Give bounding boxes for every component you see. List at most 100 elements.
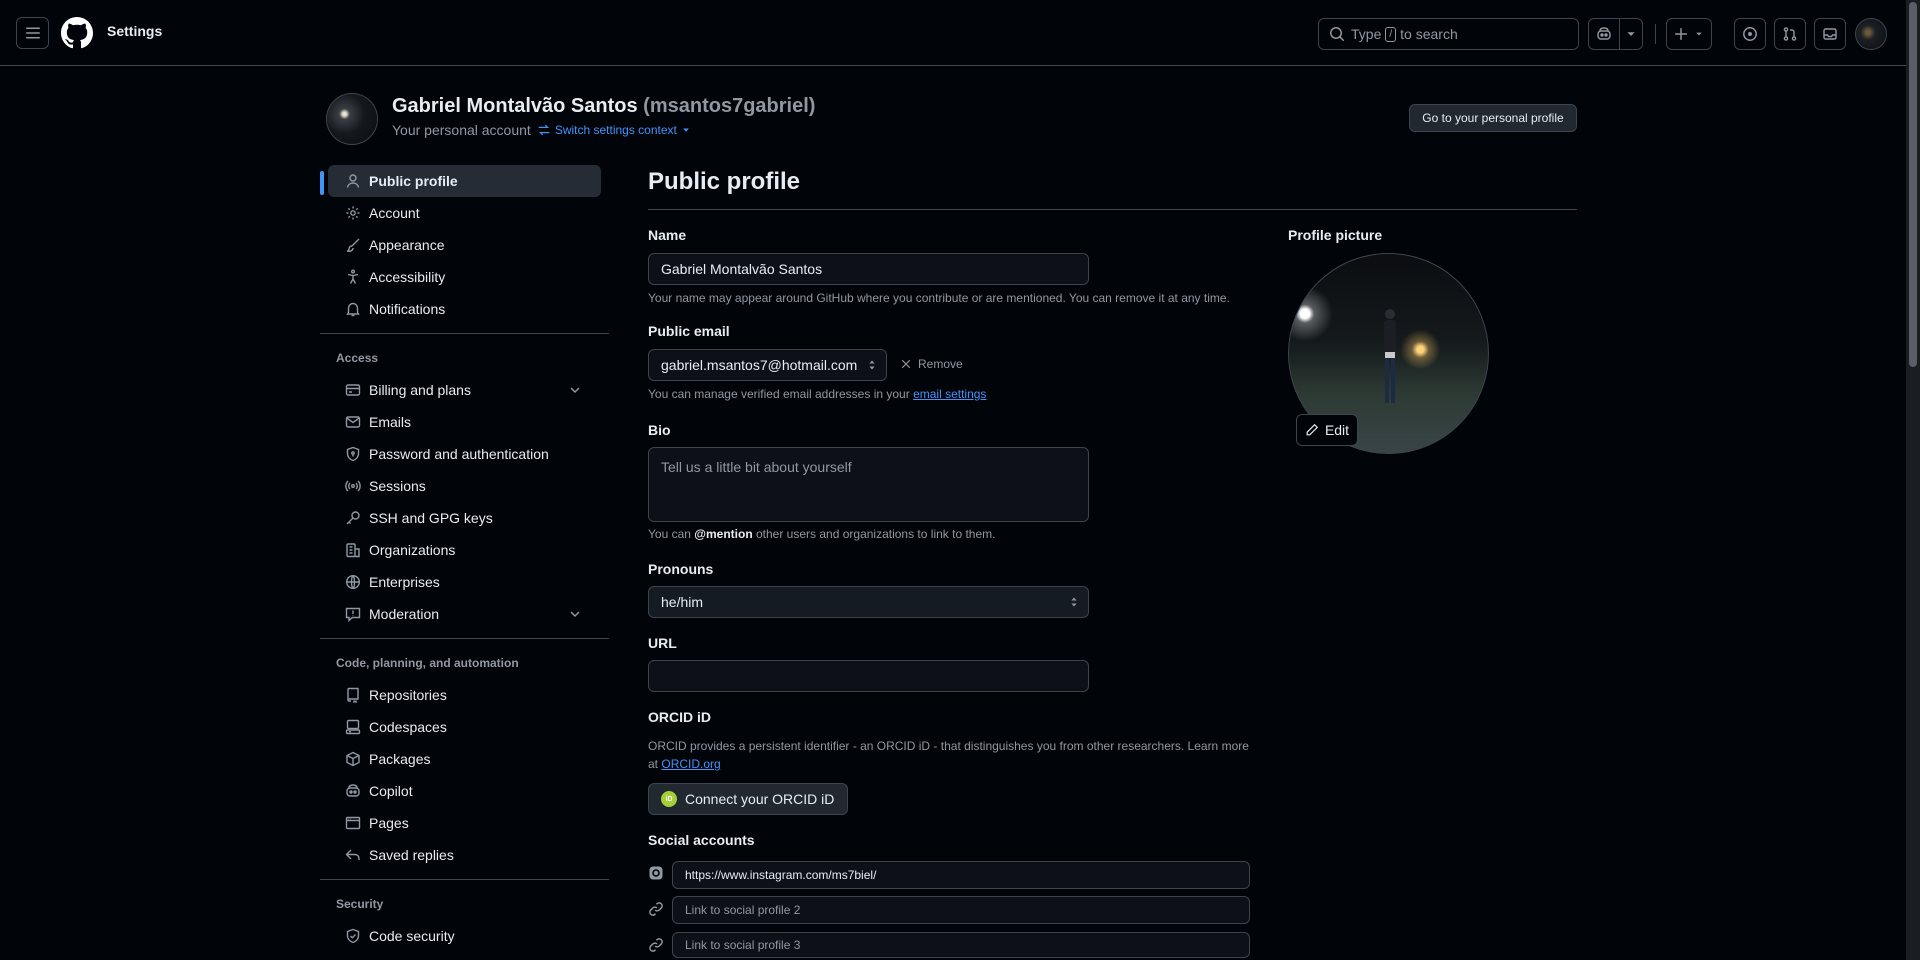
email-note: You can manage verified email addresses …	[648, 387, 986, 401]
bio-note-suffix: other users and organizations to link to…	[756, 527, 996, 541]
sidebar-item-accessibility[interactable]: Accessibility	[328, 261, 601, 293]
account-name-heading: Gabriel Montalvão Santos (msantos7gabrie…	[392, 95, 815, 118]
sidebar-item-billing[interactable]: Billing and plans	[328, 374, 601, 406]
key-icon	[346, 511, 360, 525]
account-type-label: Your personal account	[392, 122, 531, 138]
social-account-input-2[interactable]: Link to social profile 2	[672, 896, 1250, 924]
sidebar-item-packages[interactable]: Packages	[328, 743, 601, 775]
sidebar-item-label: Packages	[369, 751, 431, 767]
go-to-personal-profile-button[interactable]: Go to your personal profile	[1409, 104, 1577, 132]
public-email-value: gabriel.msantos7@hotmail.com	[661, 357, 858, 373]
github-logo-icon[interactable]	[61, 17, 93, 49]
page-title: Public profile	[648, 165, 1577, 210]
name-input[interactable]: Gabriel Montalvão Santos	[648, 253, 1089, 285]
chevron-down-icon	[570, 387, 580, 394]
sidebar-item-label: Moderation	[369, 606, 440, 622]
sidebar-item-label: Enterprises	[369, 574, 440, 590]
codespaces-icon	[345, 719, 361, 735]
url-input[interactable]	[648, 660, 1089, 692]
sidebar-divider	[320, 333, 609, 334]
name-note: Your name may appear around GitHub where…	[648, 291, 1230, 305]
search-shortcut-key: /	[1385, 26, 1397, 42]
report-icon	[345, 607, 361, 622]
inbox-button[interactable]	[1814, 18, 1846, 50]
triangle-down-icon	[683, 128, 689, 132]
sidebar-item-password-authentication[interactable]: Password and authentication	[328, 438, 601, 470]
sidebar-item-copilot[interactable]: Copilot	[328, 775, 601, 807]
switch-settings-context-button[interactable]: Switch settings context	[537, 123, 691, 137]
scrollbar-thumb[interactable]	[1909, 2, 1917, 367]
social-account-input-1[interactable]: https://www.instagram.com/ms7biel/	[672, 861, 1250, 889]
sidebar-item-repositories[interactable]: Repositories	[328, 679, 601, 711]
user-avatar-button[interactable]	[1855, 18, 1887, 50]
triangle-down-icon	[1627, 32, 1635, 36]
bio-note: You can @mention other users and organiz…	[648, 527, 995, 541]
create-new-button[interactable]	[1666, 18, 1712, 50]
sidebar-heading-security: Security	[336, 897, 384, 911]
x-icon	[901, 359, 911, 369]
sidebar-item-organizations[interactable]: Organizations	[328, 534, 601, 566]
shield-lock-icon	[346, 446, 360, 462]
sidebar-item-label: Code security	[369, 928, 455, 944]
broadcast-icon	[345, 480, 361, 492]
edit-label: Edit	[1324, 422, 1350, 438]
sidebar-item-moderation[interactable]: Moderation	[328, 598, 601, 630]
orcid-note-text: ORCID provides a persistent identifier -…	[648, 739, 1249, 771]
edit-profile-picture-button[interactable]: Edit	[1296, 414, 1358, 446]
sidebar-item-label: Emails	[369, 414, 412, 430]
sidebar-item-account[interactable]: Account	[328, 197, 601, 229]
account-login: (msantos7gabriel)	[643, 95, 816, 117]
public-email-select[interactable]: gabriel.msantos7@hotmail.com	[648, 349, 887, 381]
account-subtitle: Your personal account Switch settings co…	[392, 122, 691, 138]
connect-orcid-button[interactable]: iD Connect your ORCID iD	[648, 783, 848, 815]
pronouns-select[interactable]: he/him	[648, 586, 1089, 618]
hamburger-menu-button[interactable]	[16, 17, 49, 49]
copilot-menu-button[interactable]	[1619, 18, 1643, 50]
bio-label: Bio	[648, 422, 671, 438]
sidebar-item-notifications[interactable]: Notifications	[328, 293, 601, 325]
email-settings-link[interactable]: email settings	[913, 387, 986, 401]
orcid-org-link[interactable]: ORCID.org	[661, 757, 720, 771]
pronouns-label: Pronouns	[648, 561, 714, 577]
page-context-title[interactable]: Settings	[107, 23, 162, 39]
gear-icon	[346, 206, 360, 220]
sidebar-item-sessions[interactable]: Sessions	[328, 470, 601, 502]
person-icon	[346, 174, 360, 188]
browser-icon	[345, 816, 361, 830]
page-scrollbar[interactable]	[1906, 0, 1920, 960]
copilot-button[interactable]	[1588, 18, 1620, 50]
sidebar-item-codespaces[interactable]: Codespaces	[328, 711, 601, 743]
remove-email-button[interactable]: Remove	[900, 357, 963, 371]
bio-note-prefix: You can	[648, 527, 691, 541]
sidebar-divider	[320, 879, 609, 880]
sidebar-item-code-security[interactable]: Code security	[328, 920, 601, 952]
sidebar-item-label: Repositories	[369, 687, 447, 703]
sidebar-item-emails[interactable]: Emails	[328, 406, 601, 438]
account-full-name: Gabriel Montalvão Santos	[392, 95, 638, 117]
search-prefix: Type	[1351, 26, 1382, 42]
pull-requests-button[interactable]	[1774, 18, 1806, 50]
sidebar-item-appearance[interactable]: Appearance	[328, 229, 601, 261]
profile-picture-label: Profile picture	[1288, 227, 1383, 243]
link-icon	[649, 938, 663, 952]
sidebar-item-label: Public profile	[369, 173, 458, 189]
pronouns-value: he/him	[661, 594, 704, 610]
remove-email-label: Remove	[918, 357, 963, 371]
repo-icon	[347, 687, 359, 703]
sidebar-heading-code-planning: Code, planning, and automation	[336, 656, 519, 670]
bio-note-mention: @mention	[694, 527, 753, 541]
pencil-icon	[1306, 423, 1319, 436]
sidebar-item-pages[interactable]: Pages	[328, 807, 601, 839]
social-account-input-3[interactable]: Link to social profile 3	[672, 932, 1250, 958]
email-note-text: You can manage verified email addresses …	[648, 387, 910, 401]
url-label: URL	[648, 635, 677, 651]
sidebar-item-enterprises[interactable]: Enterprises	[328, 566, 601, 598]
sidebar-item-ssh-gpg-keys[interactable]: SSH and GPG keys	[328, 502, 601, 534]
sidebar-item-public-profile[interactable]: Public profile	[320, 165, 601, 197]
bio-textarea[interactable]: Tell us a little bit about yourself	[648, 447, 1089, 522]
sidebar-item-label: Saved replies	[369, 847, 454, 863]
search-input[interactable]: Type / to search	[1318, 18, 1579, 50]
select-arrows-icon	[1071, 597, 1077, 607]
issues-button[interactable]	[1734, 18, 1766, 50]
sidebar-item-saved-replies[interactable]: Saved replies	[328, 839, 601, 871]
